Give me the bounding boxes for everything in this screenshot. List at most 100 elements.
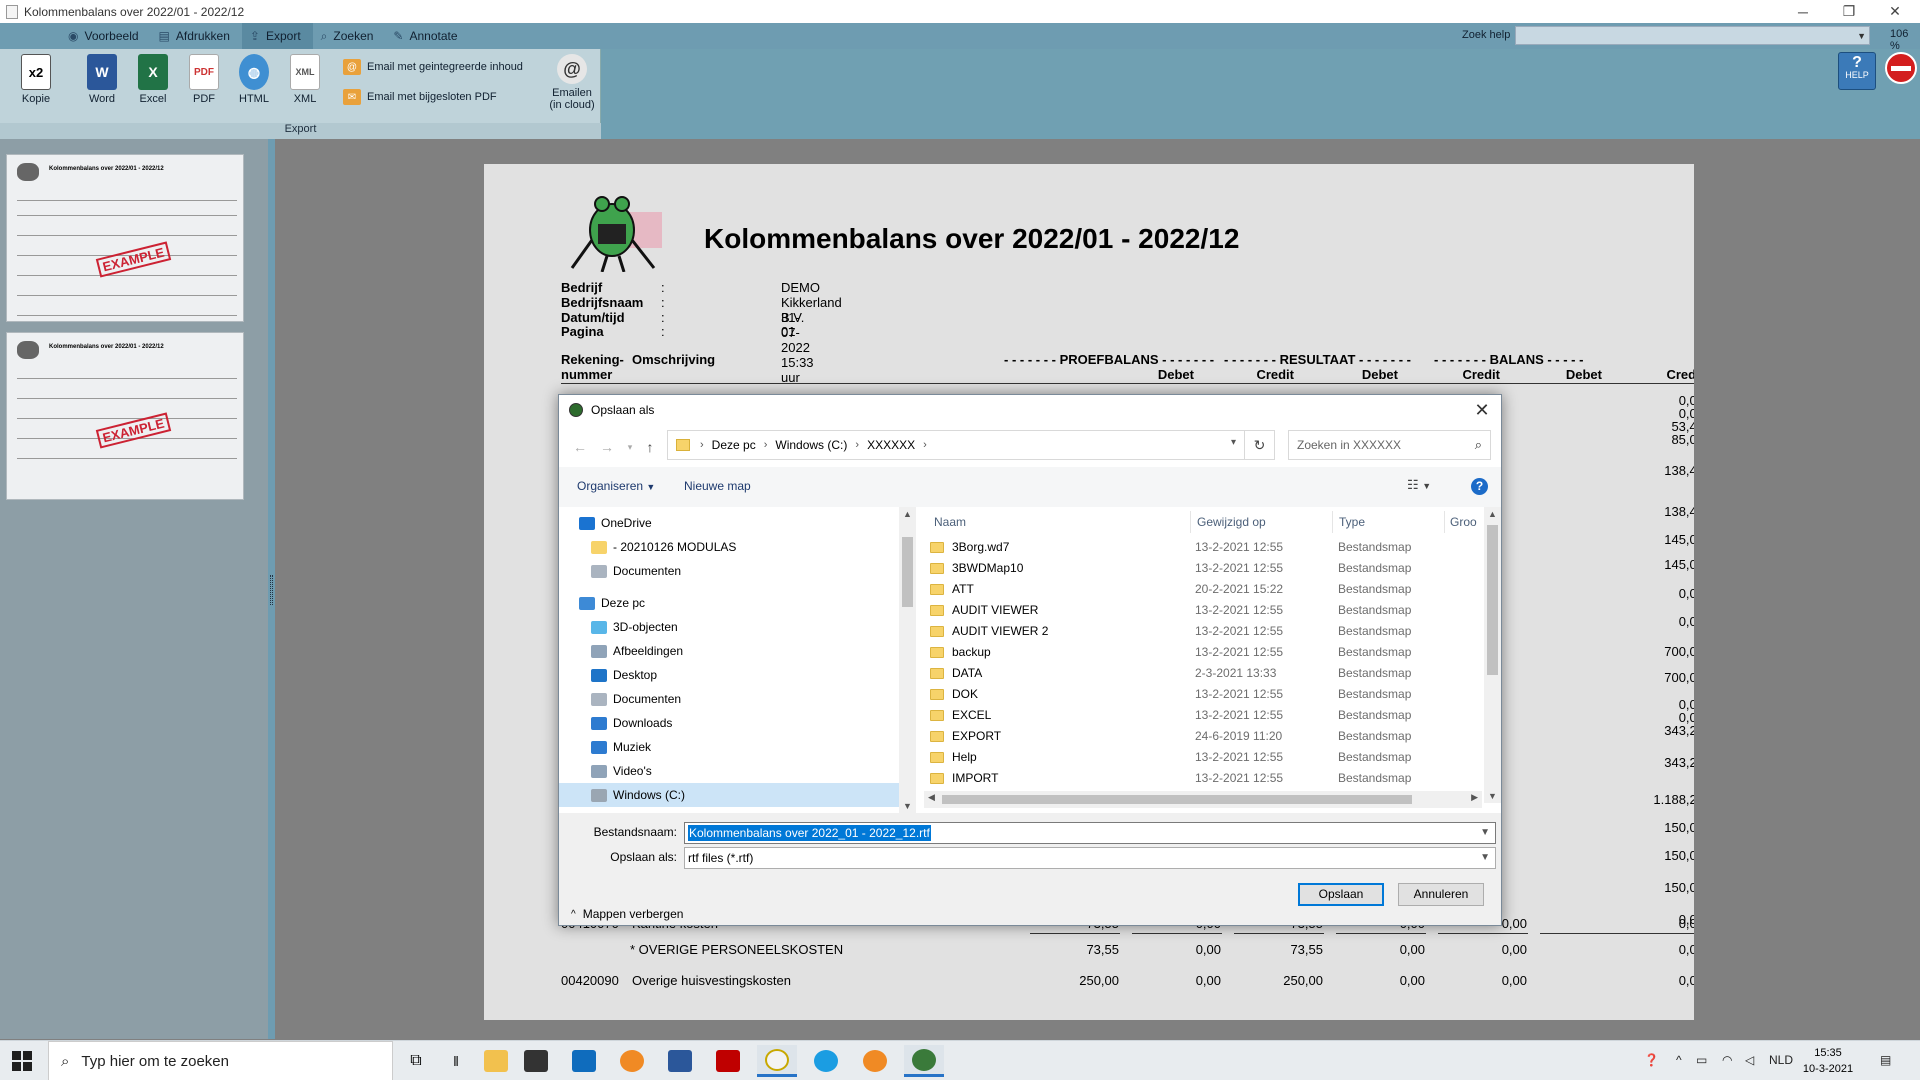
excel-button[interactable]: X Excel	[129, 54, 177, 105]
clock[interactable]: 15:35 10-3-2021	[1800, 1045, 1856, 1077]
file-explorer-icon[interactable]	[476, 1045, 516, 1077]
task-view-icon[interactable]: ⧉	[396, 1045, 436, 1077]
file-row[interactable]: DATA 2-3-2021 13:33 Bestandsmap	[924, 663, 1482, 684]
battery-icon[interactable]: ▭	[1696, 1053, 1707, 1067]
menu-zoeken[interactable]: ⌕ Zoeken	[313, 23, 386, 49]
nav-item[interactable]: Deze pc	[559, 591, 904, 615]
scroll-thumb[interactable]	[1487, 525, 1498, 675]
nav-item[interactable]: - 20210126 MODULAS	[559, 535, 904, 559]
column-type-header[interactable]: Type	[1339, 507, 1365, 537]
copy-button[interactable]: x2 Kopie	[12, 54, 60, 105]
chevron-up-icon[interactable]: ^	[1676, 1053, 1682, 1067]
menu-annotate[interactable]: ✎ Annotate	[385, 23, 469, 49]
scroll-left-icon[interactable]: ◀	[928, 792, 935, 803]
restore-button[interactable]: ❐	[1826, 0, 1872, 23]
nav-item[interactable]: Desktop	[559, 663, 904, 687]
scroll-down-icon[interactable]: ▼	[899, 801, 916, 811]
nav-scrollbar[interactable]: ▲ ▼	[899, 507, 916, 813]
scroll-up-icon[interactable]: ▲	[899, 509, 916, 519]
organize-button[interactable]: Organiseren ▼	[577, 479, 655, 493]
notifications-icon[interactable]: ▤	[1880, 1053, 1891, 1067]
hide-folders-toggle[interactable]: ^ Mappen verbergen	[571, 907, 683, 921]
volume-icon[interactable]: ◁	[1745, 1053, 1754, 1067]
column-modified-header[interactable]: Gewijzigd op	[1197, 507, 1266, 537]
file-row[interactable]: backup 13-2-2021 12:55 Bestandsmap	[924, 642, 1482, 663]
vscode-icon[interactable]	[757, 1045, 797, 1077]
file-row[interactable]: AUDIT VIEWER 2 13-2-2021 12:55 Bestandsmap	[924, 621, 1482, 642]
scroll-thumb[interactable]	[902, 537, 913, 607]
panel-splitter[interactable]	[268, 139, 275, 1039]
dialog-close-button[interactable]: ✕	[1471, 399, 1493, 421]
help-tray-icon[interactable]: ❓	[1644, 1053, 1659, 1067]
email-cloud-button[interactable]: @ Emailen (in cloud)	[548, 54, 596, 111]
file-row[interactable]: 3BWDMap10 13-2-2021 12:55 Bestandsmap	[924, 558, 1482, 579]
wifi-icon[interactable]: ◠	[1722, 1053, 1732, 1067]
nav-item[interactable]: OneDrive	[559, 511, 904, 535]
menu-export[interactable]: ⇪ Export	[241, 23, 313, 49]
filezilla-icon[interactable]	[708, 1045, 748, 1077]
recent-dropdown-icon[interactable]: ▾	[619, 436, 641, 458]
email-integrated-button[interactable]: @ Email met geintegreerde inhoud	[343, 57, 523, 77]
scroll-right-icon[interactable]: ▶	[1471, 792, 1478, 803]
forward-arrow-icon[interactable]: →	[596, 436, 618, 458]
file-row[interactable]: DOK 13-2-2021 12:55 Bestandsmap	[924, 684, 1482, 705]
file-row[interactable]: IMPORT 13-2-2021 12:55 Bestandsmap	[924, 768, 1482, 789]
word-button[interactable]: W Word	[78, 54, 126, 105]
folder-search-input[interactable]: Zoeken in XXXXXX ⌕	[1288, 430, 1491, 460]
word-taskbar-icon[interactable]	[660, 1045, 700, 1077]
frog-taskbar-icon[interactable]	[904, 1045, 944, 1077]
filename-input[interactable]: Kolommenbalans over 2022_01 - 2022_12.rt…	[684, 822, 1496, 844]
breadcrumb-item[interactable]: Deze pc	[712, 438, 756, 452]
nav-item[interactable]: Afbeeldingen	[559, 639, 904, 663]
chevron-down-icon[interactable]: ▼	[1480, 827, 1490, 838]
save-button[interactable]: Opslaan	[1298, 883, 1384, 906]
column-name-header[interactable]: Naam	[934, 507, 966, 537]
nav-item[interactable]: Downloads	[559, 711, 904, 735]
back-arrow-icon[interactable]: ←	[569, 436, 591, 458]
menu-afdrukken[interactable]: ▤ Afdrukken	[151, 23, 242, 49]
column-size-header[interactable]: Groo	[1450, 507, 1477, 537]
stop-button[interactable]	[1885, 52, 1917, 84]
scroll-down-icon[interactable]: ▼	[1484, 791, 1501, 801]
file-row[interactable]: ATT 20-2-2021 15:22 Bestandsmap	[924, 579, 1482, 600]
dialog-help-icon[interactable]: ?	[1471, 478, 1488, 495]
file-scrollbar[interactable]: ▲ ▼	[1484, 507, 1501, 803]
address-bar[interactable]: › Deze pc › Windows (C:) › XXXXXX › ▾	[667, 430, 1245, 460]
file-row[interactable]: EXCEL 13-2-2021 12:55 Bestandsmap	[924, 705, 1482, 726]
refresh-button[interactable]: ↻	[1245, 430, 1275, 460]
nav-item[interactable]: Documenten	[559, 559, 904, 583]
edge-icon[interactable]	[806, 1045, 846, 1077]
breadcrumb-item[interactable]: Windows (C:)	[775, 438, 847, 452]
nav-item[interactable]: Windows (C:)	[559, 783, 904, 807]
file-row[interactable]: Help 13-2-2021 12:55 Bestandsmap	[924, 747, 1482, 768]
nav-item[interactable]: Muziek	[559, 735, 904, 759]
file-row[interactable]: 3Borg.wd7 13-2-2021 12:55 Bestandsmap	[924, 537, 1482, 558]
chevron-down-icon[interactable]: ▾	[1231, 437, 1236, 448]
app-orange-2-icon[interactable]	[855, 1045, 895, 1077]
nav-item[interactable]: 3D-objecten	[559, 615, 904, 639]
scroll-up-icon[interactable]: ▲	[1484, 509, 1501, 519]
file-row[interactable]: EXPORT 24-6-2019 11:20 Bestandsmap	[924, 726, 1482, 747]
file-row[interactable]: AUDIT VIEWER 13-2-2021 12:55 Bestandsmap	[924, 600, 1482, 621]
chevron-down-icon[interactable]: ▼	[1480, 852, 1490, 863]
cancel-button[interactable]: Annuleren	[1398, 883, 1484, 906]
language-indicator[interactable]: NLD	[1769, 1053, 1793, 1067]
close-button[interactable]: ✕	[1872, 0, 1918, 23]
app-orange-icon[interactable]	[612, 1045, 652, 1077]
start-button[interactable]	[12, 1051, 32, 1071]
file-hscrollbar[interactable]: ◀ ▶	[924, 791, 1482, 808]
savetype-select[interactable]: rtf files (*.rtf) ▼	[684, 847, 1496, 869]
email-pdf-button[interactable]: ✉ Email met bijgesloten PDF	[343, 87, 497, 107]
help-search-input[interactable]: ▼	[1515, 26, 1870, 45]
new-folder-button[interactable]: Nieuwe map	[684, 479, 751, 493]
menu-voorbeeld[interactable]: ◉ Voorbeeld	[60, 23, 151, 49]
outlook-icon[interactable]	[564, 1045, 604, 1077]
up-arrow-icon[interactable]: ↑	[639, 436, 661, 458]
store-icon[interactable]	[516, 1045, 556, 1077]
separator-icon[interactable]: ‖	[436, 1045, 476, 1077]
page-thumbnail-2[interactable]: Kolommenbalans over 2022/01 - 2022/12 EX…	[6, 332, 244, 500]
nav-item[interactable]: Documenten	[559, 687, 904, 711]
nav-item[interactable]: Video's	[559, 759, 904, 783]
minimize-button[interactable]: ─	[1780, 0, 1826, 23]
breadcrumb-item[interactable]: XXXXXX	[867, 438, 915, 452]
